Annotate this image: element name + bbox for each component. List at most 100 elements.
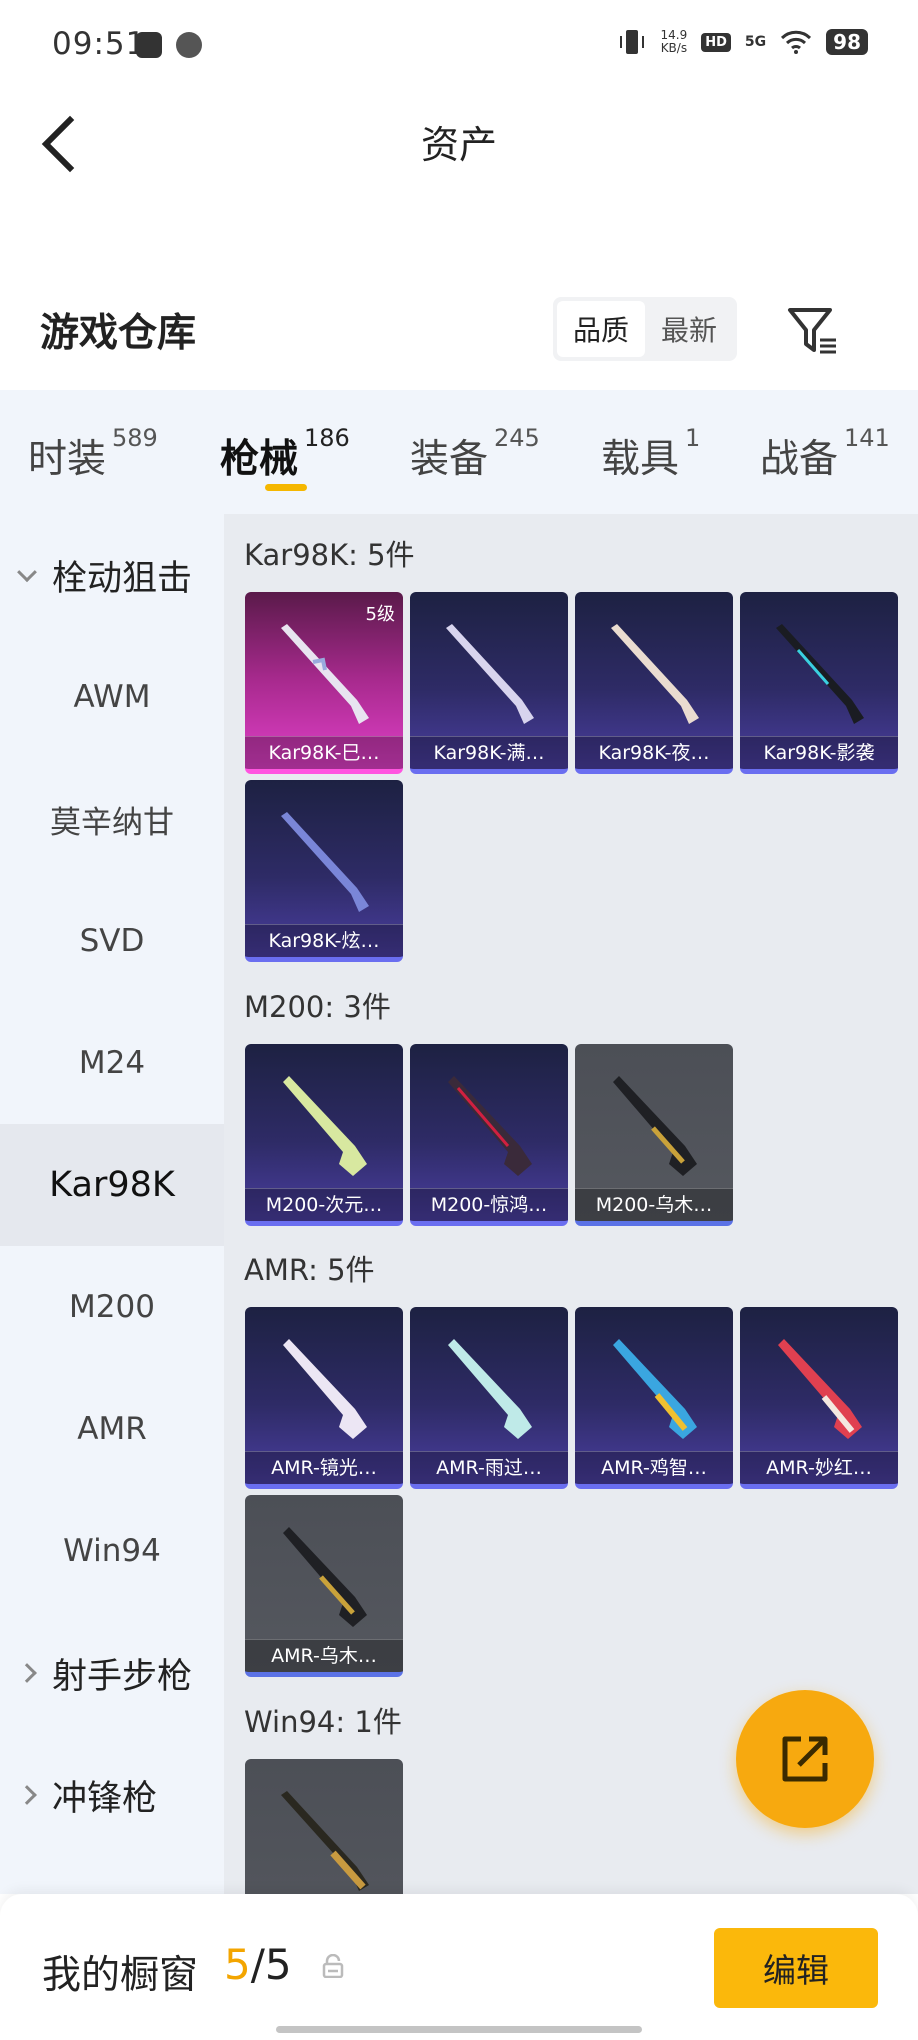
- sidebar-item-label: M24: [78, 1045, 146, 1081]
- sniper-rifle-icon: [283, 1527, 367, 1627]
- section-header-m200: M200: 3件: [244, 990, 391, 1024]
- tab-count: 1: [685, 424, 701, 452]
- tab-label: 时装: [28, 437, 107, 482]
- tab-label: 战备: [760, 437, 839, 482]
- tab-vehicles[interactable]: 载具 1: [601, 424, 700, 484]
- share-fab-button[interactable]: [736, 1690, 874, 1828]
- sidebar-item-awm[interactable]: AWM: [0, 636, 224, 758]
- sidebar-item-amr[interactable]: AMR: [0, 1368, 224, 1490]
- filter-button[interactable]: [786, 304, 838, 356]
- weapon-card[interactable]: AMR-镜光…: [245, 1307, 403, 1489]
- filter-icon: [788, 308, 836, 354]
- chevron-down-icon: [17, 562, 37, 583]
- section-header-kar98k: Kar98K: 5件: [244, 538, 415, 572]
- weapon-name: AMR-妙红…: [740, 1451, 898, 1484]
- notification-app-icon: [176, 32, 202, 58]
- section-header-amr: AMR: 5件: [244, 1253, 375, 1287]
- tab-combat-gear[interactable]: 战备 141: [760, 424, 890, 484]
- sniper-rifle-icon: [448, 1339, 532, 1439]
- sort-toggle: 品质 最新: [553, 297, 737, 361]
- sidebar-group-bolt-action[interactable]: 栓动狙击: [0, 514, 224, 636]
- status-time: 09:51: [52, 26, 147, 62]
- page-header: 资产: [0, 92, 918, 192]
- sniper-rifle-icon: [283, 1076, 367, 1176]
- status-indicators: 14.9 KB/s HD 5G 98: [617, 28, 868, 56]
- sidebar-group-smg[interactable]: 冲锋枪: [0, 1734, 224, 1856]
- sidebar-item-m200[interactable]: M200: [0, 1246, 224, 1368]
- chevron-right-icon: [17, 1663, 37, 1683]
- showcase-count: 5/5: [224, 1940, 292, 1989]
- sidebar-item-svd[interactable]: SVD: [0, 880, 224, 1002]
- weapon-card[interactable]: M200-乌木…: [575, 1044, 733, 1226]
- weapon-name: Kar98K-影袭: [740, 736, 898, 769]
- weapon-card[interactable]: M200-惊鸿…: [410, 1044, 568, 1226]
- weapon-card[interactable]: AMR-乌木…: [245, 1495, 403, 1677]
- sidebar-item-label: AMR: [77, 1411, 147, 1447]
- edit-button[interactable]: 编辑: [714, 1928, 878, 2008]
- notification-app-icon: [136, 32, 162, 58]
- home-indicator[interactable]: [276, 2026, 642, 2033]
- sidebar-item-m24[interactable]: M24: [0, 1002, 224, 1124]
- sniper-rifle-icon: [778, 1339, 862, 1439]
- weapon-card[interactable]: M200-次元…: [245, 1044, 403, 1226]
- showcase-total: 5: [264, 1940, 292, 1989]
- category-tabs: 时装 589 枪械 186 装备 245 载具 1 战备 141: [0, 390, 918, 514]
- weapon-card[interactable]: AMR-雨过…: [410, 1307, 568, 1489]
- weapon-card[interactable]: 5级 Kar98K-巳…: [245, 592, 403, 774]
- sniper-rifle-icon: [613, 1339, 697, 1439]
- weapon-card[interactable]: AMR-鸡智…: [575, 1307, 733, 1489]
- tab-equipment[interactable]: 装备 245: [410, 424, 540, 484]
- weapon-name: Kar98K-炫…: [245, 924, 403, 957]
- sidebar-item-label: AWM: [73, 679, 151, 715]
- vibrate-icon: [619, 30, 644, 54]
- weapon-card[interactable]: Kar98K-影袭: [740, 592, 898, 774]
- tab-label: 载具: [601, 437, 680, 482]
- weapon-type-sidebar: 栓动狙击 AWM 莫辛纳甘 SVD M24 Kar98K M200 AMR Wi…: [0, 514, 224, 1894]
- showcase-used: 5: [224, 1940, 251, 1989]
- tab-label: 装备: [410, 437, 489, 482]
- sidebar-item-win94[interactable]: Win94: [0, 1490, 224, 1612]
- sort-latest-option[interactable]: 最新: [645, 301, 733, 357]
- sidebar-group-marksman-rifles[interactable]: 射手步枪: [0, 1612, 224, 1734]
- sidebar-item-label: 莫辛纳甘: [50, 804, 174, 841]
- section-header-win94: Win94: 1件: [244, 1705, 402, 1739]
- hd-badge: HD: [701, 32, 731, 52]
- sidebar-item-label: 射手步枪: [52, 1656, 193, 1697]
- lock-icon: [322, 1954, 344, 1978]
- sidebar-item-label: M200: [69, 1289, 155, 1325]
- tab-fashion[interactable]: 时装 589: [28, 424, 158, 484]
- tab-count: 186: [304, 424, 350, 452]
- weapon-name: M200-次元…: [245, 1188, 403, 1221]
- weapon-card[interactable]: Kar98K-夜…: [575, 592, 733, 774]
- page-title: 资产: [420, 123, 497, 167]
- chevron-right-icon: [17, 1785, 37, 1805]
- sidebar-item-kar98k[interactable]: Kar98K: [0, 1124, 224, 1246]
- weapon-card[interactable]: AMR-妙红…: [740, 1307, 898, 1489]
- weapon-name: AMR-镜光…: [245, 1451, 403, 1484]
- sniper-rifle-icon: [613, 1076, 697, 1176]
- rifle-icon: [611, 624, 699, 724]
- sidebar-item-label: 栓动狙击: [52, 558, 193, 599]
- sidebar-item-label: SVD: [79, 923, 145, 959]
- tab-count: 141: [844, 424, 890, 452]
- weapon-list: Kar98K: 5件 5级 Kar98K-巳… Kar98K-满… Kar98K…: [224, 514, 918, 1894]
- weapon-card[interactable]: Kar98K-炫…: [245, 780, 403, 962]
- tab-label: 枪械: [220, 437, 299, 482]
- weapon-name: Kar98K-巳…: [245, 736, 403, 769]
- weapon-card[interactable]: Kar98K-满…: [410, 592, 568, 774]
- rifle-icon: [776, 624, 864, 724]
- sniper-rifle-icon: [448, 1076, 532, 1176]
- tab-count: 245: [494, 424, 540, 452]
- showcase-bar: 我的橱窗 5/5 编辑: [0, 1894, 918, 2040]
- tab-count: 589: [112, 424, 158, 452]
- showcase-separator: /: [250, 1940, 265, 1989]
- network-speed-unit: KB/s: [660, 41, 688, 55]
- showcase-label: 我的橱窗: [42, 1953, 199, 1998]
- weapon-card[interactable]: [245, 1759, 403, 1894]
- tab-firearms[interactable]: 枪械 186: [220, 424, 350, 484]
- weapon-name: AMR-雨过…: [410, 1451, 568, 1484]
- sort-quality-option[interactable]: 品质: [557, 301, 645, 357]
- sidebar-item-mosin[interactable]: 莫辛纳甘: [0, 758, 224, 880]
- weapon-name: Kar98K-满…: [410, 736, 568, 769]
- network-speed: 14.9 KB/s: [661, 29, 688, 55]
